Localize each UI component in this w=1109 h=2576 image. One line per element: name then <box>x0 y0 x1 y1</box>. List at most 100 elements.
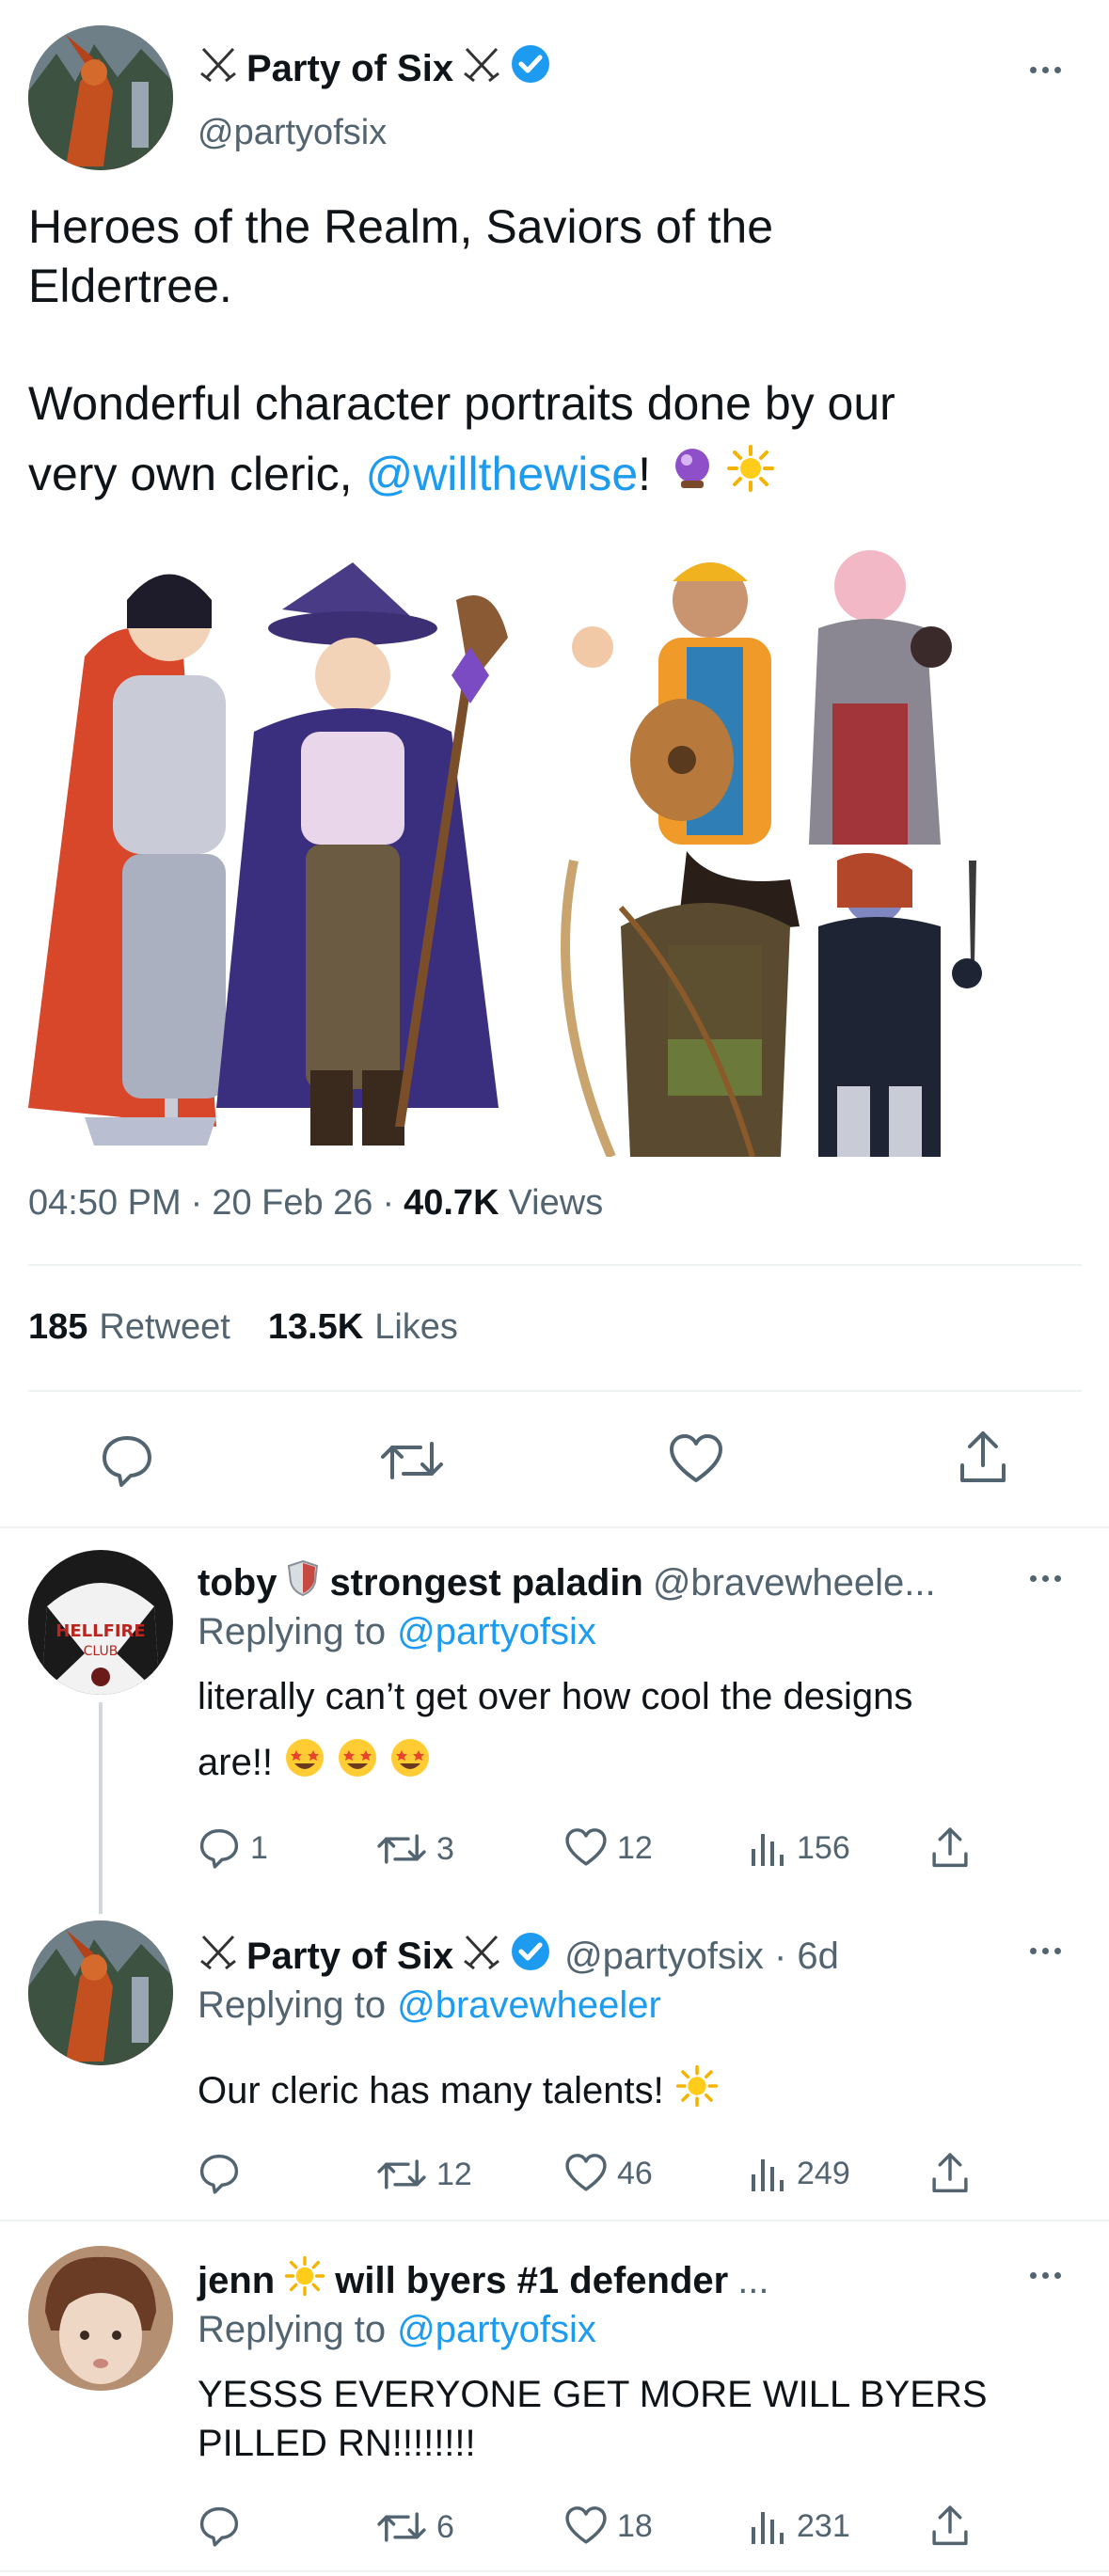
retweet-icon <box>377 1834 426 1864</box>
views-count: 156 <box>797 1829 850 1866</box>
views-count: 249 <box>797 2155 850 2191</box>
mention-link[interactable]: @willthewise <box>365 447 638 501</box>
shield-emoji <box>286 1559 320 1606</box>
reply-text-line: are!! <box>198 1737 431 1788</box>
like-icon <box>565 2154 607 2191</box>
divider <box>28 1390 1082 1392</box>
tweet-image-knight-wizard[interactable] <box>28 544 555 1157</box>
views-action[interactable]: 231 <box>750 2506 850 2546</box>
reply-author-name[interactable]: will byers #1 defender <box>335 2260 728 2302</box>
crossed-swords-icon <box>461 45 502 92</box>
crystal-ball-emoji <box>670 445 715 503</box>
reply-handle[interactable]: @bravewheele... <box>653 1562 936 1604</box>
like-count: 46 <box>617 2155 653 2191</box>
divider <box>28 1264 1082 1266</box>
like-count: 12 <box>617 1829 653 1866</box>
views-label: Views <box>508 1183 604 1223</box>
replying-to-label: Replying to <box>198 1984 387 2026</box>
reply-count: 1 <box>250 1829 268 1866</box>
reply-header: toby strongest paladin @bravewheele... <box>198 1559 936 1606</box>
replying-to-row: Replying to @partyofsix <box>198 2309 596 2351</box>
verified-badge-icon <box>510 43 551 94</box>
reply-action[interactable] <box>198 2505 250 2548</box>
reply-avatar[interactable] <box>28 1920 173 2065</box>
divider <box>0 2220 1109 2221</box>
replying-to-link[interactable]: @bravewheeler <box>397 1984 661 2027</box>
share-icon[interactable] <box>955 1428 1011 1493</box>
reply-icon <box>199 2506 239 2547</box>
tweet-image-ranger-rogue[interactable] <box>555 851 988 1157</box>
reply-author-name[interactable]: jenn <box>198 2260 275 2302</box>
replying-to-row: Replying to @bravewheeler <box>198 1984 661 2027</box>
retweet-action[interactable]: 12 <box>376 2154 472 2195</box>
retweet-count: 6 <box>436 2508 454 2545</box>
views-count: 231 <box>797 2507 850 2544</box>
author-name-row: Party of Six <box>198 45 551 92</box>
author-avatar[interactable] <box>28 25 173 170</box>
reply-header: Party of Six @partyofsix · 6d <box>198 1931 839 1982</box>
name-ellipsis: ... <box>737 2259 769 2301</box>
retweet-icon <box>377 2512 426 2542</box>
svg-text:HELLFIRE: HELLFIRE <box>55 1621 145 1641</box>
views-icon <box>752 2159 784 2191</box>
tweet-text-prefix: very own cleric, <box>28 448 366 500</box>
replying-to-link[interactable]: @partyofsix <box>397 1611 596 1653</box>
reply-handle-time[interactable]: @partyofsix · 6d <box>564 1936 839 1978</box>
meta-separator: · <box>190 1183 203 1223</box>
reply-icon[interactable] <box>99 1432 155 1493</box>
sun-emoji <box>675 2064 719 2117</box>
reply-avatar[interactable] <box>28 2246 173 2391</box>
more-icon[interactable] <box>1030 63 1068 76</box>
reply-action[interactable] <box>198 2152 250 2195</box>
like-count: 18 <box>617 2507 653 2544</box>
crossed-swords-icon <box>461 1933 502 1980</box>
retweet-count: 3 <box>436 1830 454 1867</box>
tweet-date[interactable]: 20 Feb 26 <box>212 1183 372 1224</box>
tweet-time[interactable]: 04:50 PM <box>28 1183 182 1224</box>
views-icon <box>752 1834 784 1866</box>
more-icon[interactable] <box>1030 1572 1068 1585</box>
like-action[interactable]: 18 <box>564 2505 653 2548</box>
replying-to-link[interactable]: @partyofsix <box>397 2309 596 2351</box>
replying-to-label: Replying to <box>198 2309 387 2350</box>
reply-author-name[interactable]: Party of Six <box>246 1936 453 1978</box>
retweet-label[interactable]: Retweet <box>99 1307 230 1348</box>
retweet-action[interactable]: 6 <box>376 2506 454 2548</box>
sun-emoji <box>284 2255 325 2306</box>
reply-action[interactable]: 1 <box>198 1826 268 1870</box>
more-icon[interactable] <box>1030 2268 1068 2282</box>
like-action[interactable]: 12 <box>564 1826 653 1870</box>
likes-label[interactable]: Likes <box>374 1307 458 1348</box>
author-display-name[interactable]: Party of Six <box>246 48 453 90</box>
more-icon[interactable] <box>1030 1944 1068 1957</box>
like-icon <box>565 1828 607 1866</box>
views-action[interactable]: 249 <box>750 2154 850 2193</box>
sun-emoji <box>726 444 775 504</box>
share-icon[interactable] <box>928 2503 972 2554</box>
thread-line <box>99 1702 103 1914</box>
tweet-text-line: Eldertree. <box>28 260 232 312</box>
reply-text-line: YESSS EVERYONE GET MORE WILL BYERS <box>198 2374 988 2415</box>
share-icon[interactable] <box>928 1825 972 1876</box>
retweet-action[interactable]: 3 <box>376 1828 454 1870</box>
reply-author-name[interactable]: strongest paladin <box>329 1562 642 1604</box>
like-icon[interactable] <box>668 1431 724 1493</box>
replying-to-label: Replying to <box>198 1611 387 1652</box>
views-action[interactable]: 156 <box>750 1828 850 1868</box>
likes-count[interactable]: 13.5K <box>268 1307 363 1348</box>
svg-text:CLUB: CLUB <box>84 1644 119 1659</box>
star-struck-emoji <box>389 1737 431 1788</box>
author-handle[interactable]: @partyofsix <box>198 113 387 153</box>
divider <box>0 1526 1109 1528</box>
tweet-image-bard-druid[interactable] <box>555 544 988 845</box>
engagement-stats: 185 Retweet 13.5K Likes <box>28 1307 458 1348</box>
reply-icon <box>199 1828 239 1869</box>
share-icon[interactable] <box>928 2150 972 2202</box>
retweet-count[interactable]: 185 <box>28 1307 87 1348</box>
tweet-text-suffix: ! <box>638 448 652 500</box>
like-icon <box>565 2506 607 2544</box>
reply-avatar[interactable]: HELLFIRE CLUB <box>28 1550 173 1695</box>
retweet-icon[interactable] <box>379 1434 445 1492</box>
like-action[interactable]: 46 <box>564 2152 653 2195</box>
reply-author-name[interactable]: toby <box>198 1562 277 1604</box>
